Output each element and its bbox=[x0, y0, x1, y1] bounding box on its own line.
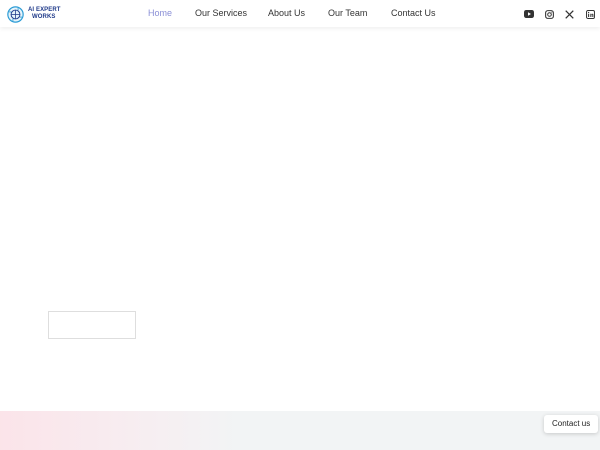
youtube-icon[interactable] bbox=[524, 9, 534, 19]
linkedin-icon[interactable] bbox=[585, 9, 595, 19]
main-nav: Home Our Services About Us Our Team Cont… bbox=[0, 0, 600, 27]
x-twitter-icon[interactable] bbox=[564, 9, 574, 19]
nav-item-about-us[interactable]: About Us bbox=[268, 8, 305, 18]
floating-contact-button[interactable]: Contact us bbox=[544, 415, 599, 433]
instagram-icon[interactable] bbox=[544, 9, 554, 19]
site-header: AI EXPERT WORKS Home Our Services About … bbox=[0, 0, 600, 27]
page: AI EXPERT WORKS Home Our Services About … bbox=[0, 0, 600, 450]
nav-item-contact-us[interactable]: Contact Us bbox=[391, 8, 436, 18]
nav-item-our-services[interactable]: Our Services bbox=[195, 8, 247, 18]
hero-outline-button[interactable] bbox=[48, 311, 136, 339]
footer-tint bbox=[0, 411, 240, 450]
footer-band bbox=[0, 411, 600, 450]
nav-item-home[interactable]: Home bbox=[148, 8, 172, 18]
nav-item-our-team[interactable]: Our Team bbox=[328, 8, 367, 18]
